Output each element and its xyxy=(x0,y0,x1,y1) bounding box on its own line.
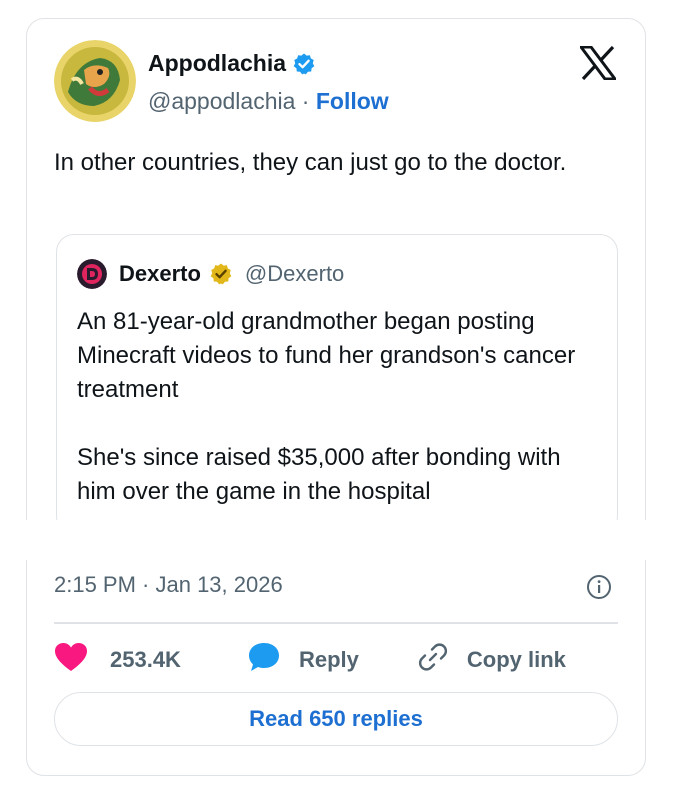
divider xyxy=(54,622,618,624)
like-button[interactable]: 253.4K xyxy=(54,642,181,678)
content-cut-gap xyxy=(0,520,678,560)
quoted-paragraph: An 81-year-old grandmother began posting… xyxy=(77,308,576,403)
reply-label: Reply xyxy=(298,647,359,672)
follow-link[interactable]: Follow xyxy=(316,88,389,114)
tweet-timestamp[interactable]: 2:15 PM · Jan 13, 2026 xyxy=(54,572,283,598)
link-icon xyxy=(417,641,449,679)
x-logo-icon[interactable] xyxy=(578,45,618,81)
copy-link-button[interactable]: Copy link xyxy=(399,641,566,679)
author-handle[interactable]: @appodlachia xyxy=(148,88,295,114)
quoted-display-name[interactable]: Dexerto xyxy=(119,261,201,287)
tweet-text: In other countries, they can just go to … xyxy=(54,149,567,176)
author-name-row[interactable]: Appodlachia xyxy=(148,50,316,77)
copy-link-label: Copy link xyxy=(466,647,566,672)
verified-badge-icon xyxy=(292,52,316,76)
author-display-name[interactable]: Appodlachia xyxy=(148,50,286,77)
quoted-name-row: Dexerto @Dexerto xyxy=(119,261,344,287)
quoted-avatar[interactable] xyxy=(77,259,107,289)
heart-icon xyxy=(54,642,88,678)
quoted-tweet[interactable]: Dexerto @Dexerto An 81-year-old grandmot… xyxy=(56,234,618,534)
like-count: 253.4K xyxy=(110,647,181,672)
quoted-handle: @Dexerto xyxy=(244,261,345,286)
reply-bubble-icon xyxy=(247,641,281,679)
author-avatar[interactable] xyxy=(54,40,136,122)
quoted-paragraph: She's since raised $35,000 after bonding… xyxy=(77,444,561,505)
reply-button[interactable]: Reply xyxy=(229,641,359,679)
quoted-text: An 81-year-old grandmother began posting… xyxy=(77,305,597,533)
info-icon[interactable] xyxy=(586,574,612,600)
action-bar: 253.4K Reply Copy link xyxy=(54,640,566,680)
gold-verified-badge-icon xyxy=(209,262,233,286)
handle-separator: · xyxy=(301,88,310,114)
author-handle-row: @appodlachia · Follow xyxy=(148,88,389,115)
read-replies-button[interactable]: Read 650 replies xyxy=(54,692,618,746)
